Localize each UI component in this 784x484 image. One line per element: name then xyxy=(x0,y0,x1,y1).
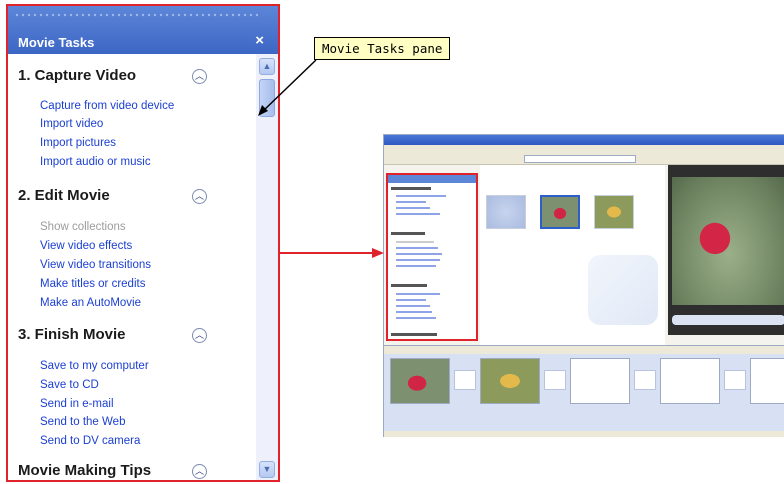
thumbnail-preview-image xyxy=(672,177,784,305)
thumbnail-task-line xyxy=(396,247,438,249)
thumbnail-clip-audio xyxy=(486,195,526,229)
thumbnail-storyboard-frame xyxy=(750,358,784,404)
movie-tasks-pane: Movie Tasks × 1. Capture Video ︿ Capture… xyxy=(6,4,280,482)
thumbnail-task-line xyxy=(396,201,426,203)
collapse-icon[interactable]: ︿ xyxy=(192,189,207,204)
thumbnail-transition-slot xyxy=(724,370,746,390)
thumbnail-task-line xyxy=(396,195,446,197)
task-view-video-transitions[interactable]: View video transitions xyxy=(40,259,151,271)
thumbnail-playback-controls xyxy=(672,315,784,325)
task-save-to-cd[interactable]: Save to CD xyxy=(40,379,99,391)
task-import-pictures[interactable]: Import pictures xyxy=(40,137,116,149)
thumbnail-task-line xyxy=(396,299,426,301)
thumbnail-watermark xyxy=(588,255,658,325)
task-view-video-effects[interactable]: View video effects xyxy=(40,240,132,252)
collapse-icon[interactable]: ︿ xyxy=(192,69,207,84)
thumbnail-clip-image xyxy=(540,195,580,229)
thumbnail-titlebar xyxy=(384,135,784,145)
thumbnail-pane-header xyxy=(388,175,476,183)
task-save-to-my-computer[interactable]: Save to my computer xyxy=(40,360,149,372)
thumbnail-task-line xyxy=(396,213,440,215)
thumbnail-transition-slot xyxy=(634,370,656,390)
collapse-icon[interactable]: ︿ xyxy=(192,464,207,479)
task-capture-from-video-device[interactable]: Capture from video device xyxy=(40,100,174,112)
thumbnail-task-line xyxy=(396,207,430,209)
pane-body: 1. Capture Video ︿ Capture from video de… xyxy=(8,54,256,480)
thumbnail-task-line xyxy=(396,265,436,267)
callout-label: Movie Tasks pane xyxy=(314,37,451,60)
task-import-video[interactable]: Import video xyxy=(40,118,103,130)
section-heading-movie-making-tips[interactable]: Movie Making Tips xyxy=(18,462,151,479)
thumbnail-heading-line xyxy=(391,187,431,190)
thumbnail-storyboard xyxy=(384,345,784,437)
task-show-collections: Show collections xyxy=(40,221,126,233)
task-import-audio-or-music[interactable]: Import audio or music xyxy=(40,156,151,168)
scroll-up-icon[interactable]: ▲ xyxy=(259,58,275,75)
thumbnail-task-line xyxy=(396,311,432,313)
task-make-titles-or-credits[interactable]: Make titles or credits xyxy=(40,278,145,290)
task-make-an-automovie[interactable]: Make an AutoMovie xyxy=(40,297,141,309)
thumbnail-task-line xyxy=(396,253,442,255)
thumbnail-statusbar xyxy=(384,431,784,437)
thumbnail-heading-line xyxy=(391,232,425,235)
thumbnail-heading-line xyxy=(391,333,437,336)
scroll-thumb[interactable] xyxy=(259,79,275,117)
thumbnail-task-line xyxy=(396,317,436,319)
thumbnail-movie-tasks-pane xyxy=(386,173,478,341)
thumbnail-menubar xyxy=(384,145,784,153)
thumbnail-collections-field xyxy=(524,155,636,163)
thumbnail-transition-slot xyxy=(544,370,566,390)
thumbnail-task-line xyxy=(396,305,430,307)
thumbnail-task-line xyxy=(396,259,440,261)
thumbnail-collection-area xyxy=(480,165,665,345)
section-heading-finish-movie[interactable]: 3. Finish Movie xyxy=(18,326,126,343)
thumbnail-storyboard-frame xyxy=(660,358,720,404)
titlebar-grip xyxy=(14,12,258,18)
task-send-to-dv-camera[interactable]: Send to DV camera xyxy=(40,435,140,447)
thumbnail-storyboard-frame xyxy=(390,358,450,404)
app-window-thumbnail xyxy=(383,134,784,437)
thumbnail-heading-line xyxy=(391,284,427,287)
thumbnail-storyboard-frame xyxy=(480,358,540,404)
thumbnail-storyboard-bar xyxy=(384,346,784,354)
pane-titlebar: Movie Tasks × xyxy=(8,6,278,54)
collapse-icon[interactable]: ︿ xyxy=(192,328,207,343)
close-icon[interactable]: × xyxy=(255,32,264,49)
section-heading-capture-video[interactable]: 1. Capture Video xyxy=(18,67,136,84)
task-send-in-email[interactable]: Send in e-mail xyxy=(40,398,114,410)
scroll-down-icon[interactable]: ▼ xyxy=(259,461,275,478)
thumbnail-task-line xyxy=(396,293,440,295)
thumbnail-toolbar xyxy=(384,153,784,165)
thumbnail-clip-image xyxy=(594,195,634,229)
thumbnail-storyboard-frame xyxy=(570,358,630,404)
thumbnail-task-line xyxy=(396,241,434,243)
section-heading-edit-movie[interactable]: 2. Edit Movie xyxy=(18,187,110,204)
scrollbar[interactable]: ▲ ▼ xyxy=(256,54,278,480)
task-send-to-the-web[interactable]: Send to the Web xyxy=(40,416,125,428)
thumbnail-transition-slot xyxy=(454,370,476,390)
thumbnail-preview-monitor xyxy=(668,165,784,335)
pane-title: Movie Tasks xyxy=(18,35,95,50)
